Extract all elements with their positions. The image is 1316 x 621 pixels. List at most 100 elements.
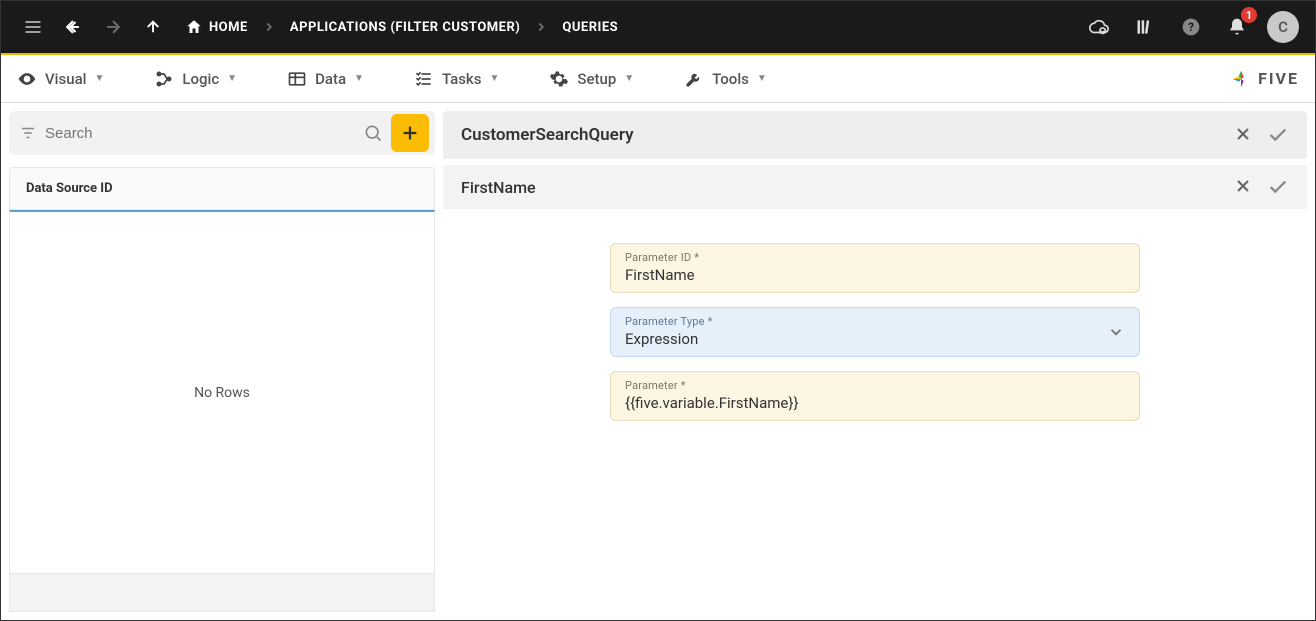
- column-header-label: Data Source ID: [26, 181, 113, 196]
- search-input[interactable]: [45, 125, 355, 142]
- menu-bar: Visual ▼ Logic ▼ Data ▼ Tasks ▼ Setup ▼ …: [1, 55, 1315, 103]
- tab-label: Tools: [712, 70, 749, 88]
- detail-subheader-actions: [1233, 176, 1289, 198]
- chevron-down-icon: ▼: [227, 73, 237, 84]
- main-area: Data Source ID No Rows CustomerSearchQue…: [1, 103, 1315, 620]
- detail-subheader: FirstName: [443, 165, 1307, 209]
- tab-visual[interactable]: Visual ▼: [17, 69, 104, 89]
- notification-badge: 1: [1241, 7, 1257, 23]
- library-icon: [1135, 17, 1155, 37]
- field-value: {{five.variable.FirstName}}: [625, 394, 1125, 412]
- gear-icon: [549, 69, 569, 89]
- check-icon: [1267, 176, 1289, 198]
- back-button[interactable]: [57, 11, 89, 43]
- add-button[interactable]: [391, 114, 429, 152]
- field-value: FirstName: [625, 266, 1125, 284]
- arrow-right-icon: [103, 17, 123, 37]
- table-icon: [287, 69, 307, 89]
- filter-icon[interactable]: [19, 124, 37, 142]
- dropdown-toggle[interactable]: [1107, 323, 1125, 341]
- chevron-down-icon: ▼: [94, 73, 104, 84]
- tab-label: Tasks: [442, 70, 482, 88]
- close-icon: [1233, 124, 1253, 144]
- tab-label: Setup: [577, 70, 616, 88]
- close-button[interactable]: [1233, 124, 1253, 146]
- field-value: Expression: [625, 330, 1125, 348]
- confirm-button[interactable]: [1267, 124, 1289, 146]
- library-button[interactable]: [1129, 11, 1161, 43]
- confirm-button[interactable]: [1267, 176, 1289, 198]
- tasks-icon: [414, 69, 434, 89]
- top-bar: HOME APPLICATIONS (FILTER CUSTOMER) QUER…: [1, 1, 1315, 55]
- field-label: Parameter *: [625, 379, 1125, 392]
- chevron-down-icon: ▼: [354, 73, 364, 84]
- cloud-sync-icon: [1088, 16, 1110, 38]
- detail-sub-title: FirstName: [461, 178, 536, 197]
- breadcrumb-separator: [532, 18, 550, 36]
- list-body: No Rows: [9, 210, 435, 612]
- form-area: Parameter ID * FirstName Parameter Type …: [443, 215, 1307, 612]
- eye-icon: [17, 69, 37, 89]
- empty-state: No Rows: [10, 212, 434, 573]
- menu-button[interactable]: [17, 11, 49, 43]
- breadcrumb-label: HOME: [209, 20, 248, 35]
- field-label: Parameter ID *: [625, 251, 1125, 264]
- help-icon: ?: [1181, 17, 1201, 37]
- list-header: Data Source ID: [9, 167, 435, 210]
- tab-logic[interactable]: Logic ▼: [154, 69, 237, 89]
- tools-icon: [684, 69, 704, 89]
- topbar-right: ? 1 C: [1083, 11, 1299, 43]
- breadcrumb-separator: [260, 18, 278, 36]
- list-footer: [10, 573, 434, 611]
- field-label: Parameter Type *: [625, 315, 1125, 328]
- plus-icon: [399, 122, 421, 144]
- cloud-button[interactable]: [1083, 11, 1115, 43]
- detail-header-actions: [1233, 124, 1289, 146]
- chevron-down-icon: ▼: [624, 73, 634, 84]
- chevron-right-icon: [262, 20, 276, 34]
- tab-tasks[interactable]: Tasks ▼: [414, 69, 499, 89]
- breadcrumb-label: QUERIES: [562, 20, 618, 35]
- tab-data[interactable]: Data ▼: [287, 69, 364, 89]
- chevron-right-icon: [534, 20, 548, 34]
- brand-logo: FIVE: [1230, 68, 1299, 90]
- chevron-down-icon: ▼: [757, 73, 767, 84]
- close-button[interactable]: [1233, 176, 1253, 198]
- notifications-button[interactable]: 1: [1221, 11, 1253, 43]
- tab-label: Logic: [182, 70, 219, 88]
- brand-name: FIVE: [1258, 69, 1299, 88]
- parameter-type-field[interactable]: Parameter Type * Expression: [610, 307, 1140, 357]
- hamburger-icon: [23, 17, 43, 37]
- home-icon: [185, 18, 203, 36]
- breadcrumb-queries[interactable]: QUERIES: [562, 20, 618, 35]
- tab-tools[interactable]: Tools ▼: [684, 69, 767, 89]
- close-icon: [1233, 176, 1253, 196]
- up-button[interactable]: [137, 11, 169, 43]
- arrow-left-icon: [63, 17, 83, 37]
- tab-setup[interactable]: Setup ▼: [549, 69, 634, 89]
- check-icon: [1267, 124, 1289, 146]
- svg-text:?: ?: [1188, 20, 1194, 34]
- right-panel: CustomerSearchQuery FirstName: [443, 103, 1315, 620]
- detail-header: CustomerSearchQuery: [443, 111, 1307, 159]
- logic-icon: [154, 69, 174, 89]
- breadcrumb-applications[interactable]: APPLICATIONS (FILTER CUSTOMER): [290, 20, 521, 35]
- breadcrumb: HOME APPLICATIONS (FILTER CUSTOMER) QUER…: [185, 18, 618, 36]
- help-button[interactable]: ?: [1175, 11, 1207, 43]
- breadcrumb-home[interactable]: HOME: [185, 18, 248, 36]
- detail-title: CustomerSearchQuery: [461, 125, 634, 145]
- chevron-down-icon: ▼: [489, 73, 499, 84]
- search-row: [9, 111, 435, 155]
- avatar[interactable]: C: [1267, 11, 1299, 43]
- chevron-down-icon: [1107, 323, 1125, 341]
- five-logo-icon: [1230, 68, 1252, 90]
- parameter-value-field[interactable]: Parameter * {{five.variable.FirstName}}: [610, 371, 1140, 421]
- breadcrumb-label: APPLICATIONS (FILTER CUSTOMER): [290, 20, 521, 35]
- tab-label: Data: [315, 70, 346, 88]
- parameter-id-field[interactable]: Parameter ID * FirstName: [610, 243, 1140, 293]
- forward-button: [97, 11, 129, 43]
- search-icon[interactable]: [363, 123, 383, 143]
- arrow-up-icon: [144, 18, 162, 36]
- topbar-left: HOME APPLICATIONS (FILTER CUSTOMER) QUER…: [17, 11, 618, 43]
- left-panel: Data Source ID No Rows: [1, 103, 443, 620]
